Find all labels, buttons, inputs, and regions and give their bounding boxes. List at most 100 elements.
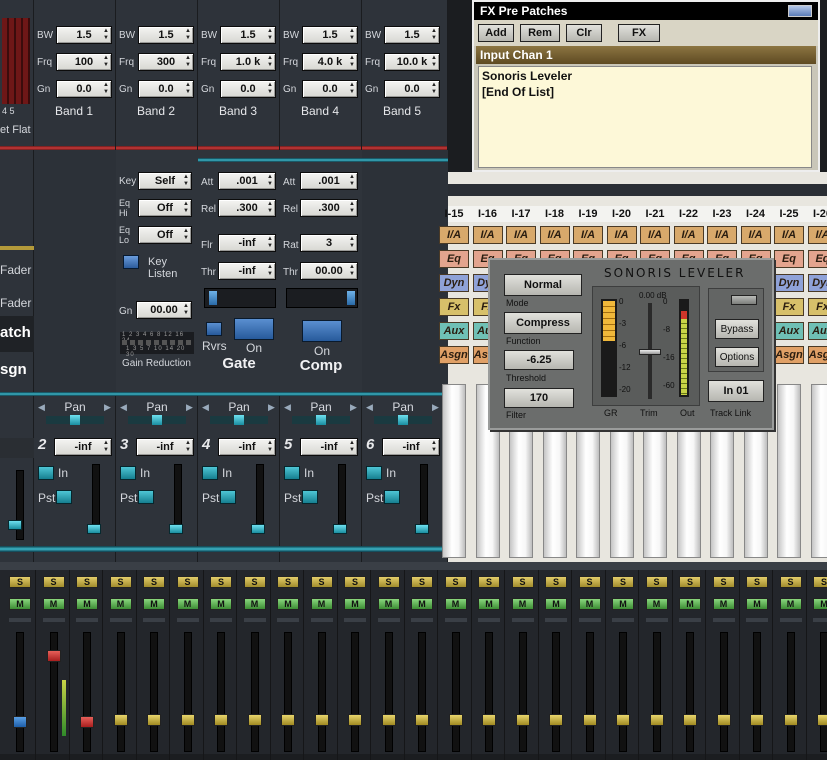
comp-on-button[interactable] [302,320,342,342]
solo-button[interactable]: S [43,576,65,588]
fx-button[interactable]: FX [618,24,660,42]
mute-button[interactable]: M [780,598,802,610]
fader-track[interactable] [418,632,426,752]
fader-track[interactable] [485,632,493,752]
thr-field[interactable]: -inf▲▼ [218,262,276,280]
eq-bw-field[interactable]: 1.5▲▼ [56,26,112,44]
solo-button[interactable]: S [813,576,827,588]
eq-gn-field[interactable]: 0.0▲▼ [138,80,194,98]
solo-button[interactable]: S [143,576,165,588]
post-button[interactable] [138,490,154,504]
fader-label[interactable]: Fader [0,296,31,310]
spin-icon[interactable]: ▲▼ [348,264,356,278]
fader-handle[interactable] [683,714,697,726]
fader-handle[interactable] [333,524,347,534]
asgn-label[interactable]: sgn [0,361,27,378]
eq-hi-select[interactable]: Off▲▼ [138,199,192,217]
fader-track[interactable] [174,464,182,532]
pan-handle[interactable] [234,415,244,425]
spin-icon[interactable]: ▲▼ [266,55,274,69]
channel-tag-eq[interactable]: Eq [439,250,469,268]
spin-icon[interactable]: ▲▼ [184,82,192,96]
fader-handle[interactable] [449,714,463,726]
spin-icon[interactable]: ▲▼ [348,28,356,42]
solo-button[interactable]: S [76,576,98,588]
key-select[interactable]: Self▲▼ [138,172,192,190]
fader-handle[interactable] [415,714,429,726]
channel-tag-asgn[interactable]: Asgn [774,346,804,364]
fader-track[interactable] [686,632,694,752]
channel-tag-dyn[interactable]: Dyn [439,274,469,292]
solo-button[interactable]: S [311,576,333,588]
channel-tag-aux[interactable]: Aux [439,322,469,340]
solo-button[interactable]: S [612,576,634,588]
spin-icon[interactable]: ▲▼ [182,174,190,188]
fader-track[interactable] [117,632,125,752]
patch-label[interactable]: atch [0,324,31,341]
post-button[interactable] [56,490,72,504]
fader-handle[interactable] [348,714,362,726]
solo-button[interactable]: S [545,576,567,588]
channel-tag-ia[interactable]: I/A [774,226,804,244]
channel-tag-aux[interactable]: Aux [808,322,827,340]
fader-track[interactable] [217,632,225,752]
channel-tag-ia[interactable]: I/A [640,226,670,244]
minimize-icon[interactable] [788,5,812,17]
fader-track[interactable] [619,632,627,752]
fader-handle[interactable] [13,716,27,728]
fader-track[interactable] [653,632,661,752]
function-select[interactable]: Compress [504,312,582,334]
level-field[interactable]: -inf▲▼ [136,438,194,456]
fader-track[interactable] [256,464,264,532]
post-button[interactable] [220,490,236,504]
fader-handle[interactable] [616,714,630,726]
post-button[interactable] [384,490,400,504]
slider-handle[interactable] [347,291,355,305]
fader-slot[interactable] [777,384,801,558]
fader-track[interactable] [787,632,795,752]
threshold-field[interactable]: -6.25 [504,350,574,370]
rvrs-button[interactable] [206,322,222,336]
ratio-field[interactable]: 3▲▼ [300,234,358,252]
level-field[interactable]: -inf▲▼ [300,438,358,456]
fader-handle[interactable] [315,714,329,726]
pan-right-icon[interactable]: ▶ [104,402,112,414]
fader-track[interactable] [586,632,594,752]
channel-tag-dyn[interactable]: Dyn [808,274,827,292]
pan-handle[interactable] [70,415,80,425]
mute-button[interactable]: M [43,598,65,610]
remove-button[interactable]: Rem [520,24,560,42]
gate-slider[interactable] [204,288,276,308]
level-field[interactable]: -inf▲▼ [54,438,112,456]
mute-button[interactable]: M [378,598,400,610]
rel-field[interactable]: .300▲▼ [300,199,358,217]
eq-frq-field[interactable]: 300▲▼ [138,53,194,71]
eq-gn-field[interactable]: 0.0▲▼ [220,80,276,98]
mute-button[interactable]: M [579,598,601,610]
mute-button[interactable]: M [411,598,433,610]
input-button[interactable] [202,466,218,480]
track-link-select[interactable]: In 01 [708,380,764,402]
spin-icon[interactable]: ▲▼ [266,236,274,250]
mute-button[interactable]: M [713,598,735,610]
pan-right-icon[interactable]: ▶ [432,402,440,414]
pan-right-icon[interactable]: ▶ [350,402,358,414]
fader-handle[interactable] [750,714,764,726]
fader-track[interactable] [318,632,326,752]
solo-button[interactable]: S [177,576,199,588]
fader-track[interactable] [16,632,24,752]
channel-tag-asgn[interactable]: Asgn [439,346,469,364]
fader-slot[interactable] [811,384,827,558]
fader-track[interactable] [338,464,346,532]
level-field[interactable]: -inf▲▼ [218,438,276,456]
mute-button[interactable]: M [813,598,827,610]
pan-handle[interactable] [398,415,408,425]
list-item[interactable]: [End Of List] [479,85,811,99]
spin-icon[interactable]: ▲▼ [430,82,438,96]
fader-handle[interactable] [549,714,563,726]
trim-handle[interactable] [639,349,661,355]
fader-track[interactable] [820,632,827,752]
spin-icon[interactable]: ▲▼ [184,440,192,454]
comp-slider[interactable] [286,288,358,308]
channel-tag-ia[interactable]: I/A [439,226,469,244]
